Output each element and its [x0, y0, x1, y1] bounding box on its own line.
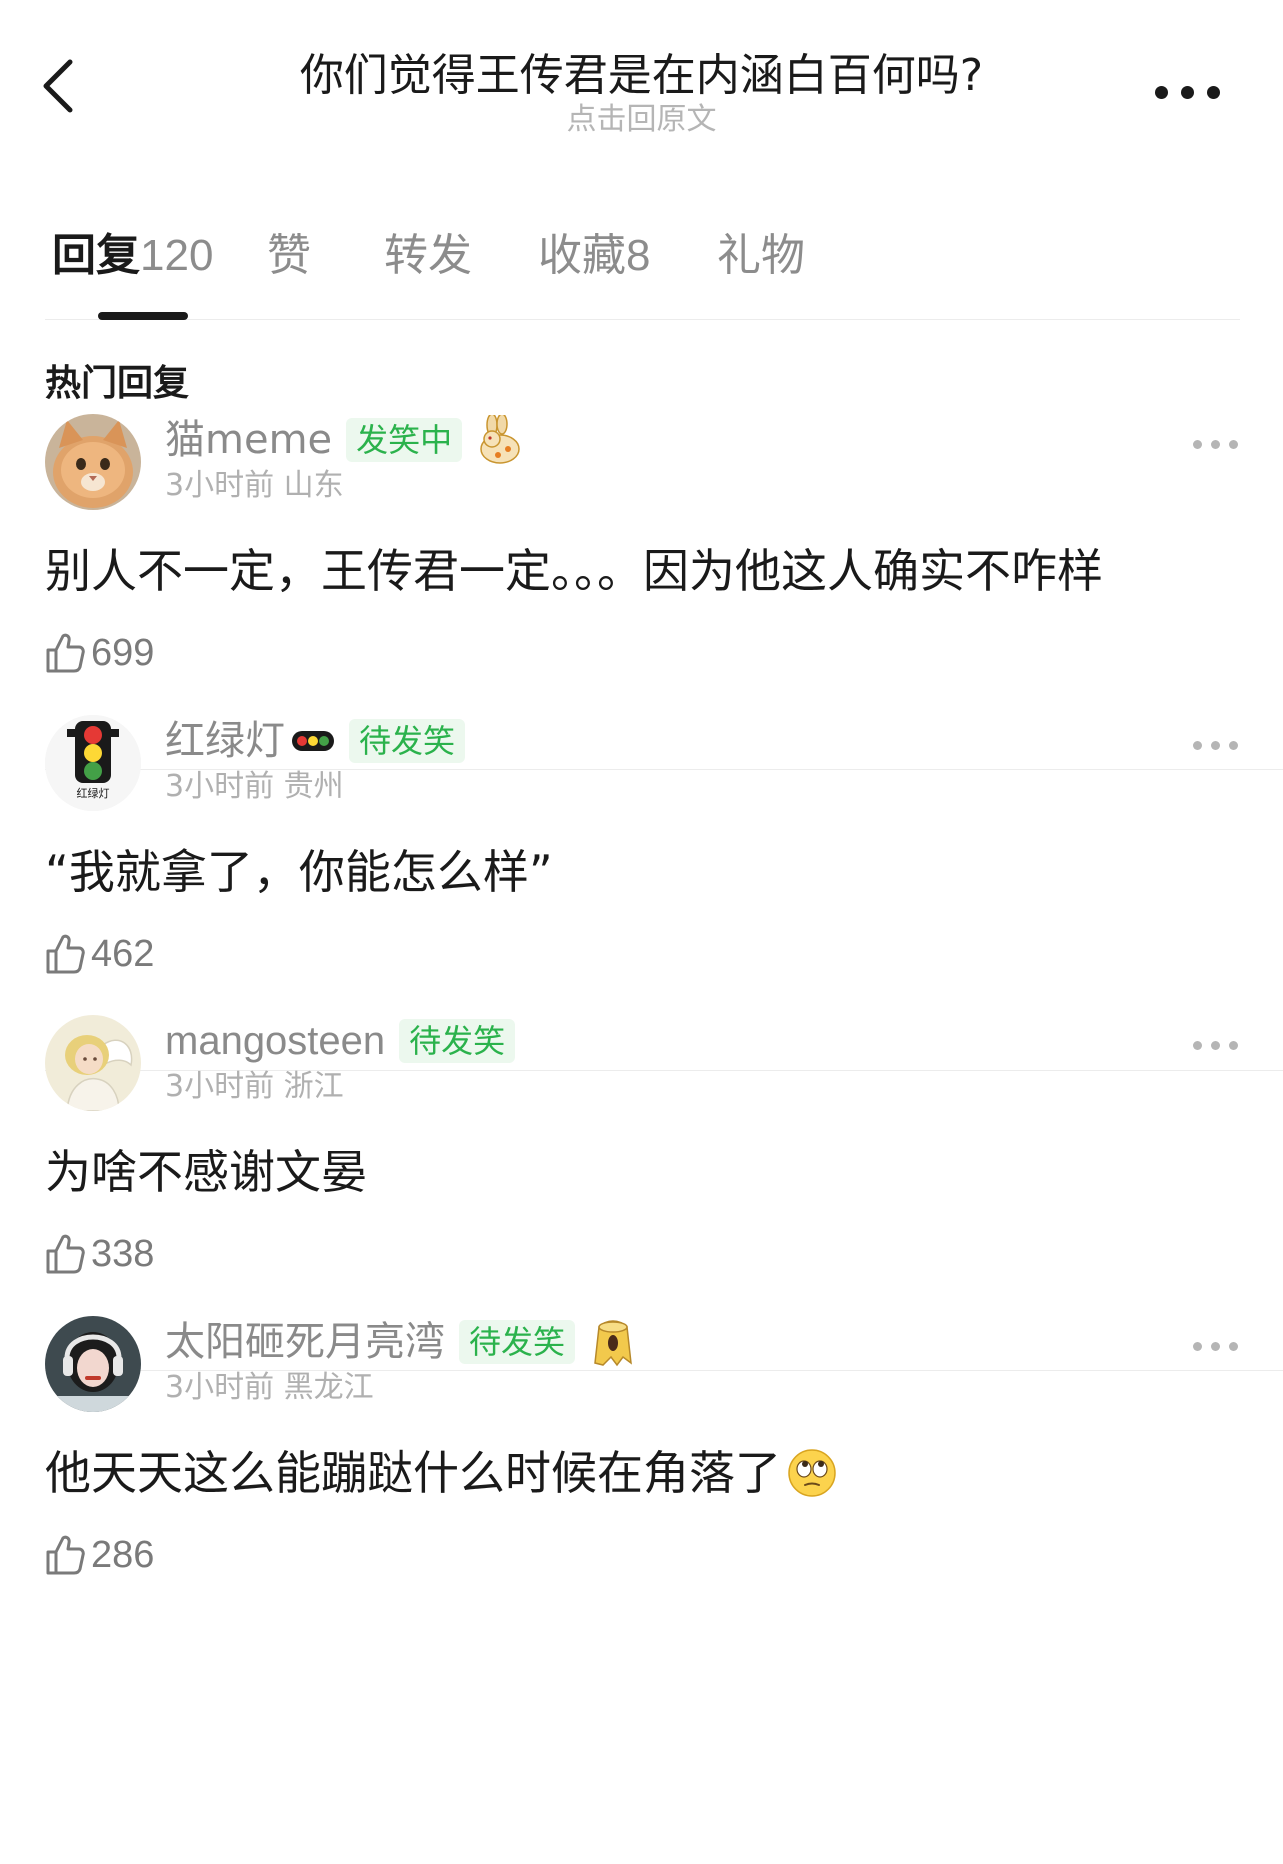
- username[interactable]: 红绿灯: [165, 715, 285, 767]
- like-count: 286: [91, 1534, 155, 1576]
- thumbs-up-icon: [46, 1535, 85, 1575]
- tab-likes[interactable]: 赞: [267, 228, 311, 284]
- header: 你们觉得王传君是在内涵白百何吗? 点击回原文: [0, 0, 1283, 150]
- comment-item: 太阳砸死月亮湾 待发笑 3小时前 黑龙江 他天天这么能蹦跶什么时候在角落了 28…: [45, 1316, 1283, 1646]
- dot-icon: [1193, 741, 1202, 750]
- dot-icon: [1229, 440, 1238, 449]
- comment-text: 他天天这么能蹦跶什么时候在角落了: [45, 1444, 837, 1502]
- tab-replies[interactable]: 回复120: [52, 228, 213, 284]
- name-row: mangosteen 待发笑: [165, 1013, 516, 1069]
- stump-icon: [594, 1320, 632, 1367]
- timestamp-location: 3小时前 贵州: [165, 769, 344, 804]
- username[interactable]: 太阳砸死月亮湾: [165, 1316, 445, 1368]
- like-count: 338: [91, 1233, 155, 1275]
- avatar[interactable]: [45, 1015, 141, 1111]
- dot-icon: [1229, 1342, 1238, 1351]
- dot-icon: [1229, 741, 1238, 750]
- dot-icon: [1193, 1342, 1202, 1351]
- status-badge: 发笑中: [346, 418, 463, 462]
- more-options-button[interactable]: [1153, 78, 1223, 108]
- timestamp-location: 3小时前 山东: [165, 468, 344, 503]
- traffic-light-flair-icon: [292, 731, 334, 751]
- timestamp-location: 3小时前 浙江: [165, 1069, 344, 1104]
- like-button[interactable]: 462: [45, 929, 154, 979]
- comment-text-content: 他天天这么能蹦跶什么时候在角落了: [45, 1446, 781, 1500]
- girl-headphones-icon: [45, 1316, 141, 1412]
- like-button[interactable]: 338: [45, 1229, 154, 1279]
- comment-text: 别人不一定，王传君一定。。。因为他这人确实不咋样: [45, 544, 1103, 598]
- angel-girl-icon: [45, 1015, 141, 1111]
- comment-more-button[interactable]: [1193, 434, 1239, 454]
- avatar[interactable]: [45, 1316, 141, 1412]
- hot-replies-heading: 热门回复: [45, 363, 190, 404]
- dot-icon: [1193, 440, 1202, 449]
- rabbit-icon: [480, 415, 520, 464]
- active-tab-indicator: [98, 312, 188, 320]
- like-button[interactable]: 286: [45, 1530, 154, 1580]
- post-title: 你们觉得王传君是在内涵白百何吗?: [299, 50, 984, 101]
- avatar[interactable]: 红绿灯: [45, 715, 141, 811]
- dot-icon: [1155, 86, 1168, 99]
- status-badge: 待发笑: [459, 1320, 576, 1364]
- like-count: 699: [91, 632, 155, 674]
- avatar[interactable]: [45, 414, 141, 510]
- comment-more-button[interactable]: [1193, 735, 1239, 755]
- tab-favorites[interactable]: 收藏8: [538, 228, 650, 284]
- like-count: 462: [91, 933, 155, 975]
- comment-text: “我就拿了，你能怎么样”: [45, 845, 553, 899]
- name-row: 红绿灯 待发笑: [165, 713, 466, 769]
- name-row: 太阳砸死月亮湾 待发笑: [165, 1314, 635, 1370]
- chevron-left-icon: [43, 59, 73, 113]
- cat-face-icon: [45, 414, 141, 510]
- tab-gifts[interactable]: 礼物: [717, 228, 805, 284]
- thumbs-up-icon: [46, 934, 85, 974]
- username[interactable]: 猫meme: [165, 414, 332, 466]
- dot-icon: [1207, 86, 1220, 99]
- name-row: 猫meme 发笑中: [165, 412, 524, 468]
- tab-bar: 回复120 赞 转发 收藏8 礼物: [45, 220, 1240, 320]
- thumbs-up-icon: [46, 1234, 85, 1274]
- view-original-link[interactable]: 点击回原文: [200, 102, 1083, 138]
- status-badge: 待发笑: [399, 1019, 516, 1063]
- dot-icon: [1193, 1041, 1202, 1050]
- dot-icon: [1211, 1041, 1220, 1050]
- back-button[interactable]: [40, 56, 90, 132]
- dot-icon: [1211, 741, 1220, 750]
- tab-reposts[interactable]: 转发: [384, 228, 472, 284]
- dot-icon: [1211, 1342, 1220, 1351]
- like-button[interactable]: 699: [45, 628, 154, 678]
- dot-icon: [1181, 86, 1194, 99]
- eye-roll-emoji-icon: [788, 1449, 836, 1497]
- timestamp-location: 3小时前 黑龙江: [165, 1370, 374, 1405]
- username[interactable]: mangosteen: [165, 1015, 385, 1067]
- comment-more-button[interactable]: [1193, 1336, 1239, 1356]
- dot-icon: [1229, 1041, 1238, 1050]
- comment-text: 为啥不感谢文晏: [45, 1145, 367, 1199]
- status-badge: 待发笑: [349, 719, 466, 763]
- avatar-caption: 红绿灯: [76, 787, 110, 800]
- thumbs-up-icon: [46, 633, 85, 673]
- comment-more-button[interactable]: [1193, 1035, 1239, 1055]
- dot-icon: [1211, 440, 1220, 449]
